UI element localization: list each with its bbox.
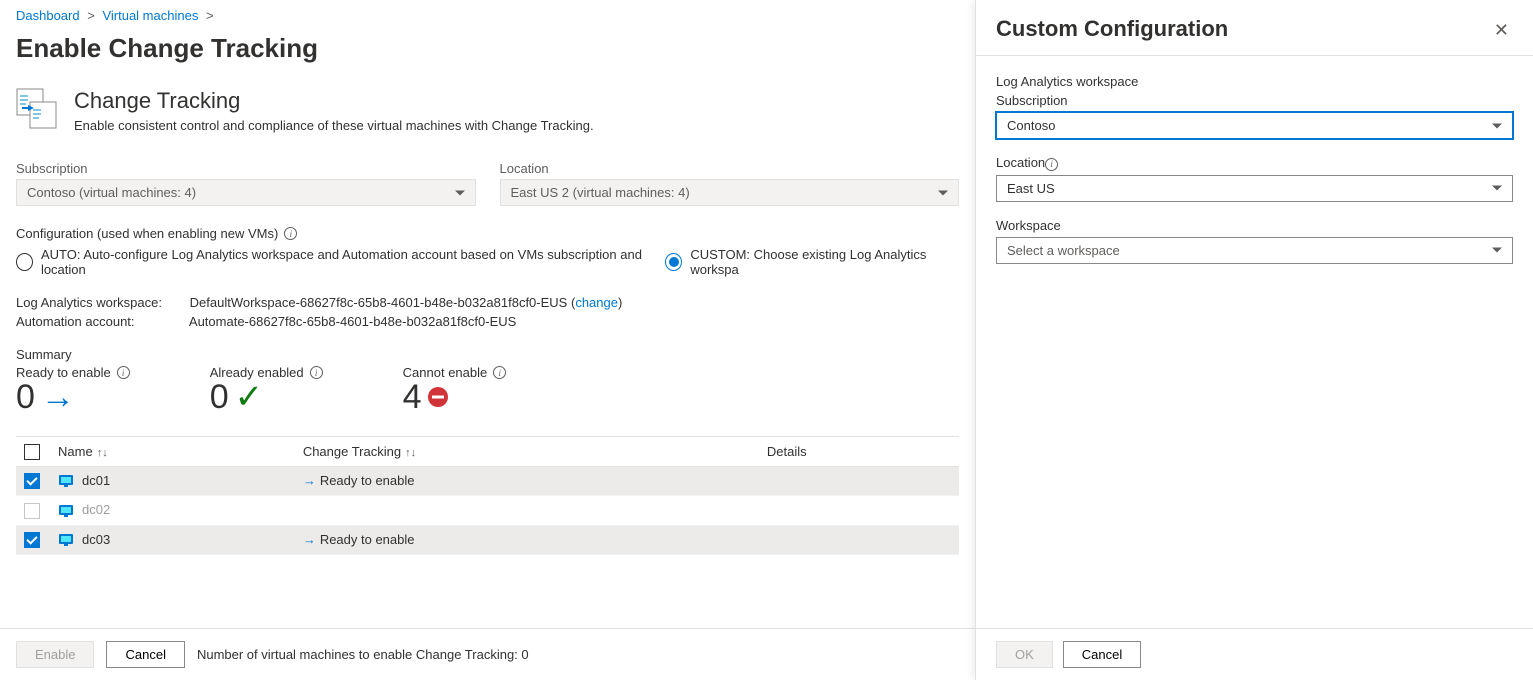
footer-count-text: Number of virtual machines to enable Cha…: [197, 647, 529, 662]
configuration-label: Configuration (used when enabling new VM…: [16, 226, 278, 241]
sort-icon[interactable]: ↑↓: [97, 447, 108, 459]
vm-status: Ready to enable: [320, 473, 415, 488]
radio-custom-label: CUSTOM: Choose existing Log Analytics wo…: [690, 247, 959, 277]
law-label: Log Analytics workspace:: [16, 295, 186, 310]
vm-name: dc03: [82, 532, 110, 547]
radio-auto-label: AUTO: Auto-configure Log Analytics works…: [41, 247, 647, 277]
info-icon[interactable]: [117, 366, 130, 379]
change-tracking-icon: [16, 88, 58, 130]
no-entry-icon: [428, 387, 448, 407]
table-row[interactable]: dc03 → Ready to enable: [16, 525, 959, 555]
ready-count: 0: [16, 380, 35, 414]
select-all-checkbox[interactable]: [24, 444, 40, 460]
page-title: Enable Change Tracking: [16, 33, 959, 64]
custom-config-panel: Custom Configuration ✕ Log Analytics wor…: [975, 0, 1533, 680]
vm-name: dc01: [82, 473, 110, 488]
breadcrumb: Dashboard > Virtual machines >: [16, 8, 959, 23]
chevron-right-icon: >: [87, 8, 95, 23]
chevron-right-icon: >: [206, 8, 214, 23]
row-checkbox[interactable]: [24, 532, 40, 548]
vm-status: Ready to enable: [320, 532, 415, 547]
vm-icon: [58, 532, 74, 548]
subscription-select[interactable]: Contoso (virtual machines: 4): [16, 179, 476, 206]
radio-custom[interactable]: [665, 253, 682, 271]
change-link[interactable]: change: [575, 295, 618, 310]
table-row[interactable]: dc01 → Ready to enable: [16, 466, 959, 496]
panel-loc-label: Location: [996, 155, 1045, 170]
col-change-tracking[interactable]: Change Tracking: [303, 444, 401, 459]
already-count: 0: [210, 380, 229, 414]
col-name[interactable]: Name: [58, 444, 93, 459]
automation-value: Automate-68627f8c-65b8-4601-b48e-b032a81…: [189, 314, 516, 329]
location-select[interactable]: East US 2 (virtual machines: 4): [500, 179, 960, 206]
table-row[interactable]: dc02: [16, 496, 959, 526]
check-icon: ✓: [235, 380, 264, 414]
panel-law-label: Log Analytics workspace: [996, 74, 1513, 89]
arrow-right-icon: →: [303, 473, 316, 488]
enable-button: Enable: [16, 641, 94, 668]
law-value: DefaultWorkspace-68627f8c-65b8-4601-b48e…: [190, 295, 568, 310]
row-checkbox[interactable]: [24, 473, 40, 489]
info-icon[interactable]: [284, 227, 297, 240]
close-icon[interactable]: ✕: [1490, 16, 1513, 45]
feature-title: Change Tracking: [74, 88, 594, 114]
main-footer: Enable Cancel Number of virtual machines…: [0, 628, 975, 680]
automation-label: Automation account:: [16, 314, 186, 329]
cancel-button[interactable]: Cancel: [106, 641, 184, 668]
breadcrumb-vms[interactable]: Virtual machines: [102, 8, 198, 23]
feature-desc: Enable consistent control and compliance…: [74, 118, 594, 133]
info-icon[interactable]: [1045, 158, 1058, 171]
vm-table: Name ↑↓ Change Tracking ↑↓ Details dc01 → R…: [16, 436, 959, 555]
ok-button: OK: [996, 641, 1053, 668]
panel-cancel-button[interactable]: Cancel: [1063, 641, 1141, 668]
vm-icon: [58, 473, 74, 489]
row-checkbox: [24, 503, 40, 519]
feature-header: Change Tracking Enable consistent contro…: [16, 88, 959, 133]
sort-icon[interactable]: ↑↓: [405, 447, 416, 459]
col-details[interactable]: Details: [759, 437, 959, 467]
vm-icon: [58, 503, 74, 519]
location-label: Location: [500, 161, 960, 176]
panel-subscription-select[interactable]: Contoso: [996, 112, 1513, 139]
info-icon[interactable]: [493, 366, 506, 379]
panel-title: Custom Configuration: [996, 16, 1228, 42]
panel-workspace-select[interactable]: Select a workspace: [996, 237, 1513, 264]
cannot-count: 4: [403, 380, 422, 414]
breadcrumb-dashboard[interactable]: Dashboard: [16, 8, 80, 23]
radio-auto[interactable]: [16, 253, 33, 271]
summary-title: Summary: [16, 347, 959, 362]
arrow-right-icon: →: [41, 380, 75, 414]
vm-name: dc02: [82, 502, 110, 517]
panel-ws-label: Workspace: [996, 218, 1513, 233]
info-icon[interactable]: [310, 366, 323, 379]
arrow-right-icon: →: [303, 532, 316, 547]
panel-location-select[interactable]: East US: [996, 175, 1513, 202]
panel-sub-label: Subscription: [996, 93, 1513, 108]
subscription-label: Subscription: [16, 161, 476, 176]
